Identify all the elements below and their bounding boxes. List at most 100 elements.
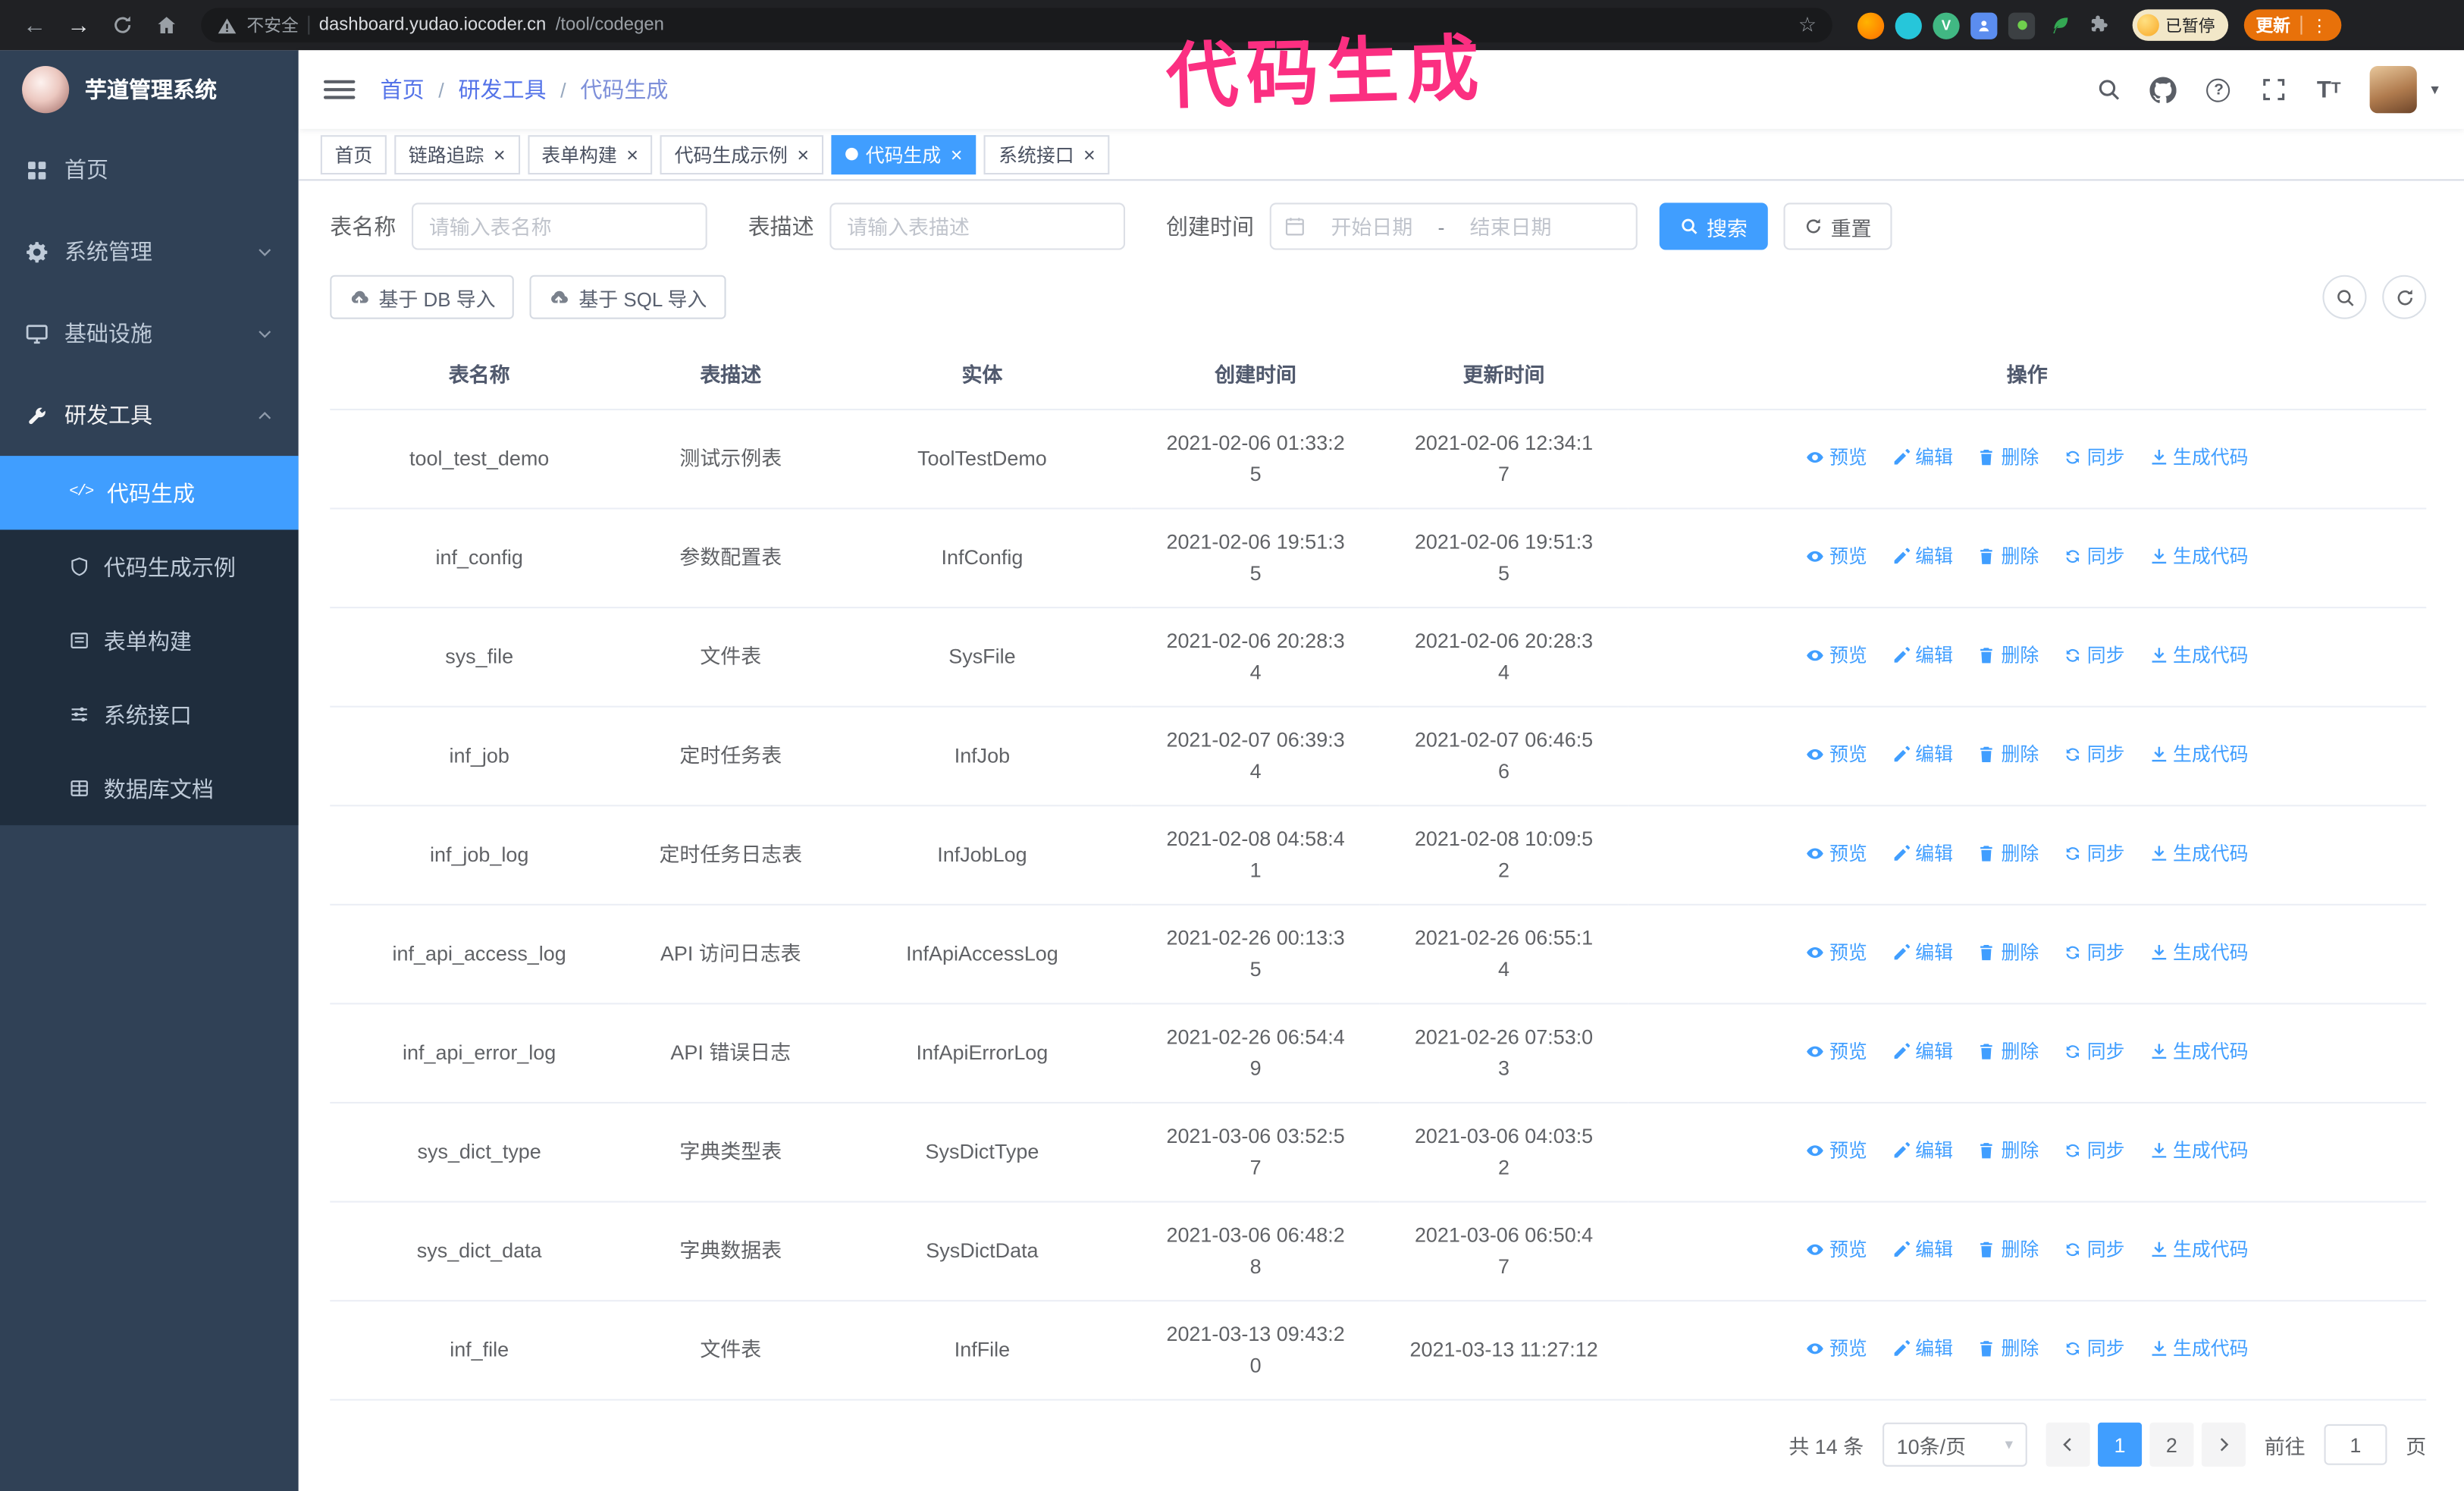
delete-link[interactable]: 删除 (1977, 838, 2039, 869)
extension-icon-dark[interactable] (2008, 11, 2036, 39)
import-db-button[interactable]: 基于 DB 导入 (330, 275, 515, 319)
sync-link[interactable]: 同步 (2064, 937, 2125, 968)
preview-link[interactable]: 预览 (1806, 541, 1867, 572)
preview-link[interactable]: 预览 (1806, 441, 1867, 472)
extension-icon-people[interactable] (1970, 11, 1998, 39)
page-button-1[interactable]: 1 (2097, 1422, 2143, 1467)
extension-icon-orange[interactable] (1857, 11, 1885, 39)
create-time-range-picker[interactable]: - (1269, 202, 1638, 250)
breadcrumb-link-dev-tools[interactable]: 研发工具 (458, 74, 546, 105)
delete-link[interactable]: 删除 (1977, 739, 2039, 770)
font-size-button[interactable]: TT (2315, 75, 2343, 103)
edit-link[interactable]: 编辑 (1892, 1234, 1953, 1265)
kebab-menu-icon[interactable]: ⋮ (2311, 15, 2328, 36)
extension-icon-teal[interactable] (1895, 11, 1922, 39)
sync-link[interactable]: 同步 (2064, 739, 2125, 770)
sync-link[interactable]: 同步 (2064, 1036, 2125, 1067)
tab-home[interactable]: 首页 (320, 134, 387, 174)
table-desc-input[interactable] (829, 202, 1126, 250)
sidebar-item-system-api[interactable]: 系统接口 (0, 677, 299, 751)
edit-link[interactable]: 编辑 (1892, 739, 1953, 770)
tab-form-builder[interactable]: 表单构建 × (527, 134, 653, 174)
edit-link[interactable]: 编辑 (1892, 1036, 1953, 1067)
bookmark-star-icon[interactable]: ☆ (1798, 13, 1817, 38)
delete-link[interactable]: 删除 (1977, 640, 2039, 671)
generate-code-link[interactable]: 生成代码 (2149, 937, 2249, 968)
sync-link[interactable]: 同步 (2064, 640, 2125, 671)
hamburger-menu-button[interactable] (323, 80, 356, 99)
extension-icon-vue[interactable]: V (1933, 11, 1960, 39)
delete-link[interactable]: 删除 (1977, 1135, 2039, 1166)
address-bar[interactable]: 不安全 dashboard.yudao.iocoder.cn/tool/code… (201, 8, 1832, 42)
logo[interactable]: 芋道管理系统 (0, 50, 299, 129)
sidebar-item-system-management[interactable]: 系统管理 (0, 211, 299, 293)
edit-link[interactable]: 编辑 (1892, 441, 1953, 472)
preview-link[interactable]: 预览 (1806, 1135, 1867, 1166)
generate-code-link[interactable]: 生成代码 (2149, 541, 2249, 572)
start-date-input[interactable] (1312, 214, 1432, 239)
preview-link[interactable]: 预览 (1806, 937, 1867, 968)
sidebar-item-codegen[interactable]: </> 代码生成 (0, 456, 299, 530)
generate-code-link[interactable]: 生成代码 (2149, 739, 2249, 770)
generate-code-link[interactable]: 生成代码 (2149, 1333, 2249, 1364)
delete-link[interactable]: 删除 (1977, 541, 2039, 572)
close-icon[interactable]: × (1083, 144, 1096, 165)
generate-code-link[interactable]: 生成代码 (2149, 1234, 2249, 1265)
forward-button[interactable]: → (60, 6, 98, 44)
tab-codegen-example[interactable]: 代码生成示例 × (660, 134, 823, 174)
tab-system-api[interactable]: 系统接口 × (984, 134, 1110, 174)
reset-button[interactable]: 重置 (1783, 202, 1892, 250)
edit-link[interactable]: 编辑 (1892, 838, 1953, 869)
generate-code-link[interactable]: 生成代码 (2149, 640, 2249, 671)
delete-link[interactable]: 删除 (1977, 1234, 2039, 1265)
user-avatar[interactable] (2369, 66, 2417, 114)
preview-link[interactable]: 预览 (1806, 739, 1867, 770)
sidebar-item-infrastructure[interactable]: 基础设施 (0, 293, 299, 375)
refresh-table-button[interactable] (2382, 275, 2427, 319)
table-name-input[interactable] (412, 202, 707, 250)
edit-link[interactable]: 编辑 (1892, 640, 1953, 671)
tab-trace[interactable]: 链路追踪 × (394, 134, 520, 174)
preview-link[interactable]: 预览 (1806, 1234, 1867, 1265)
close-icon[interactable]: × (626, 144, 638, 165)
import-sql-button[interactable]: 基于 SQL 导入 (530, 275, 726, 319)
tab-codegen[interactable]: 代码生成 × (831, 134, 977, 174)
generate-code-link[interactable]: 生成代码 (2149, 1135, 2249, 1166)
sidebar-item-form-builder[interactable]: 表单构建 (0, 604, 299, 677)
preview-link[interactable]: 预览 (1806, 1333, 1867, 1364)
preview-link[interactable]: 预览 (1806, 640, 1867, 671)
edit-link[interactable]: 编辑 (1892, 1333, 1953, 1364)
delete-link[interactable]: 删除 (1977, 937, 2039, 968)
sidebar-item-dev-tools[interactable]: 研发工具 (0, 374, 299, 456)
close-icon[interactable]: × (494, 144, 506, 165)
sidebar-item-codegen-example[interactable]: 代码生成示例 (0, 529, 299, 603)
extension-icon-leaf[interactable] (2046, 12, 2073, 39)
preview-link[interactable]: 预览 (1806, 1036, 1867, 1067)
github-button[interactable] (2149, 75, 2177, 103)
home-button[interactable] (148, 6, 186, 44)
close-icon[interactable]: × (797, 144, 809, 165)
search-button[interactable]: 搜索 (1659, 202, 1768, 250)
search-button[interactable] (2095, 75, 2123, 103)
sync-link[interactable]: 同步 (2064, 1333, 2125, 1364)
update-button[interactable]: 更新 ⋮ (2243, 9, 2341, 41)
breadcrumb-link-home[interactable]: 首页 (381, 74, 425, 105)
fullscreen-button[interactable] (2259, 75, 2287, 103)
preview-link[interactable]: 预览 (1806, 838, 1867, 869)
sync-link[interactable]: 同步 (2064, 838, 2125, 869)
generate-code-link[interactable]: 生成代码 (2149, 1036, 2249, 1067)
extensions-puzzle-icon[interactable] (2083, 12, 2110, 39)
page-button-2[interactable]: 2 (2149, 1422, 2194, 1467)
delete-link[interactable]: 删除 (1977, 1036, 2039, 1067)
next-page-button[interactable] (2201, 1422, 2246, 1467)
sidebar-item-db-doc[interactable]: 数据库文档 (0, 752, 299, 825)
delete-link[interactable]: 删除 (1977, 1333, 2039, 1364)
sidebar-item-home[interactable]: 首页 (0, 129, 299, 211)
prev-page-button[interactable] (2045, 1422, 2090, 1467)
back-button[interactable]: ← (16, 6, 54, 44)
close-icon[interactable]: × (951, 144, 963, 165)
reload-button[interactable] (104, 6, 142, 44)
paused-badge[interactable]: 已暂停 (2132, 9, 2228, 41)
generate-code-link[interactable]: 生成代码 (2149, 838, 2249, 869)
edit-link[interactable]: 编辑 (1892, 541, 1953, 572)
